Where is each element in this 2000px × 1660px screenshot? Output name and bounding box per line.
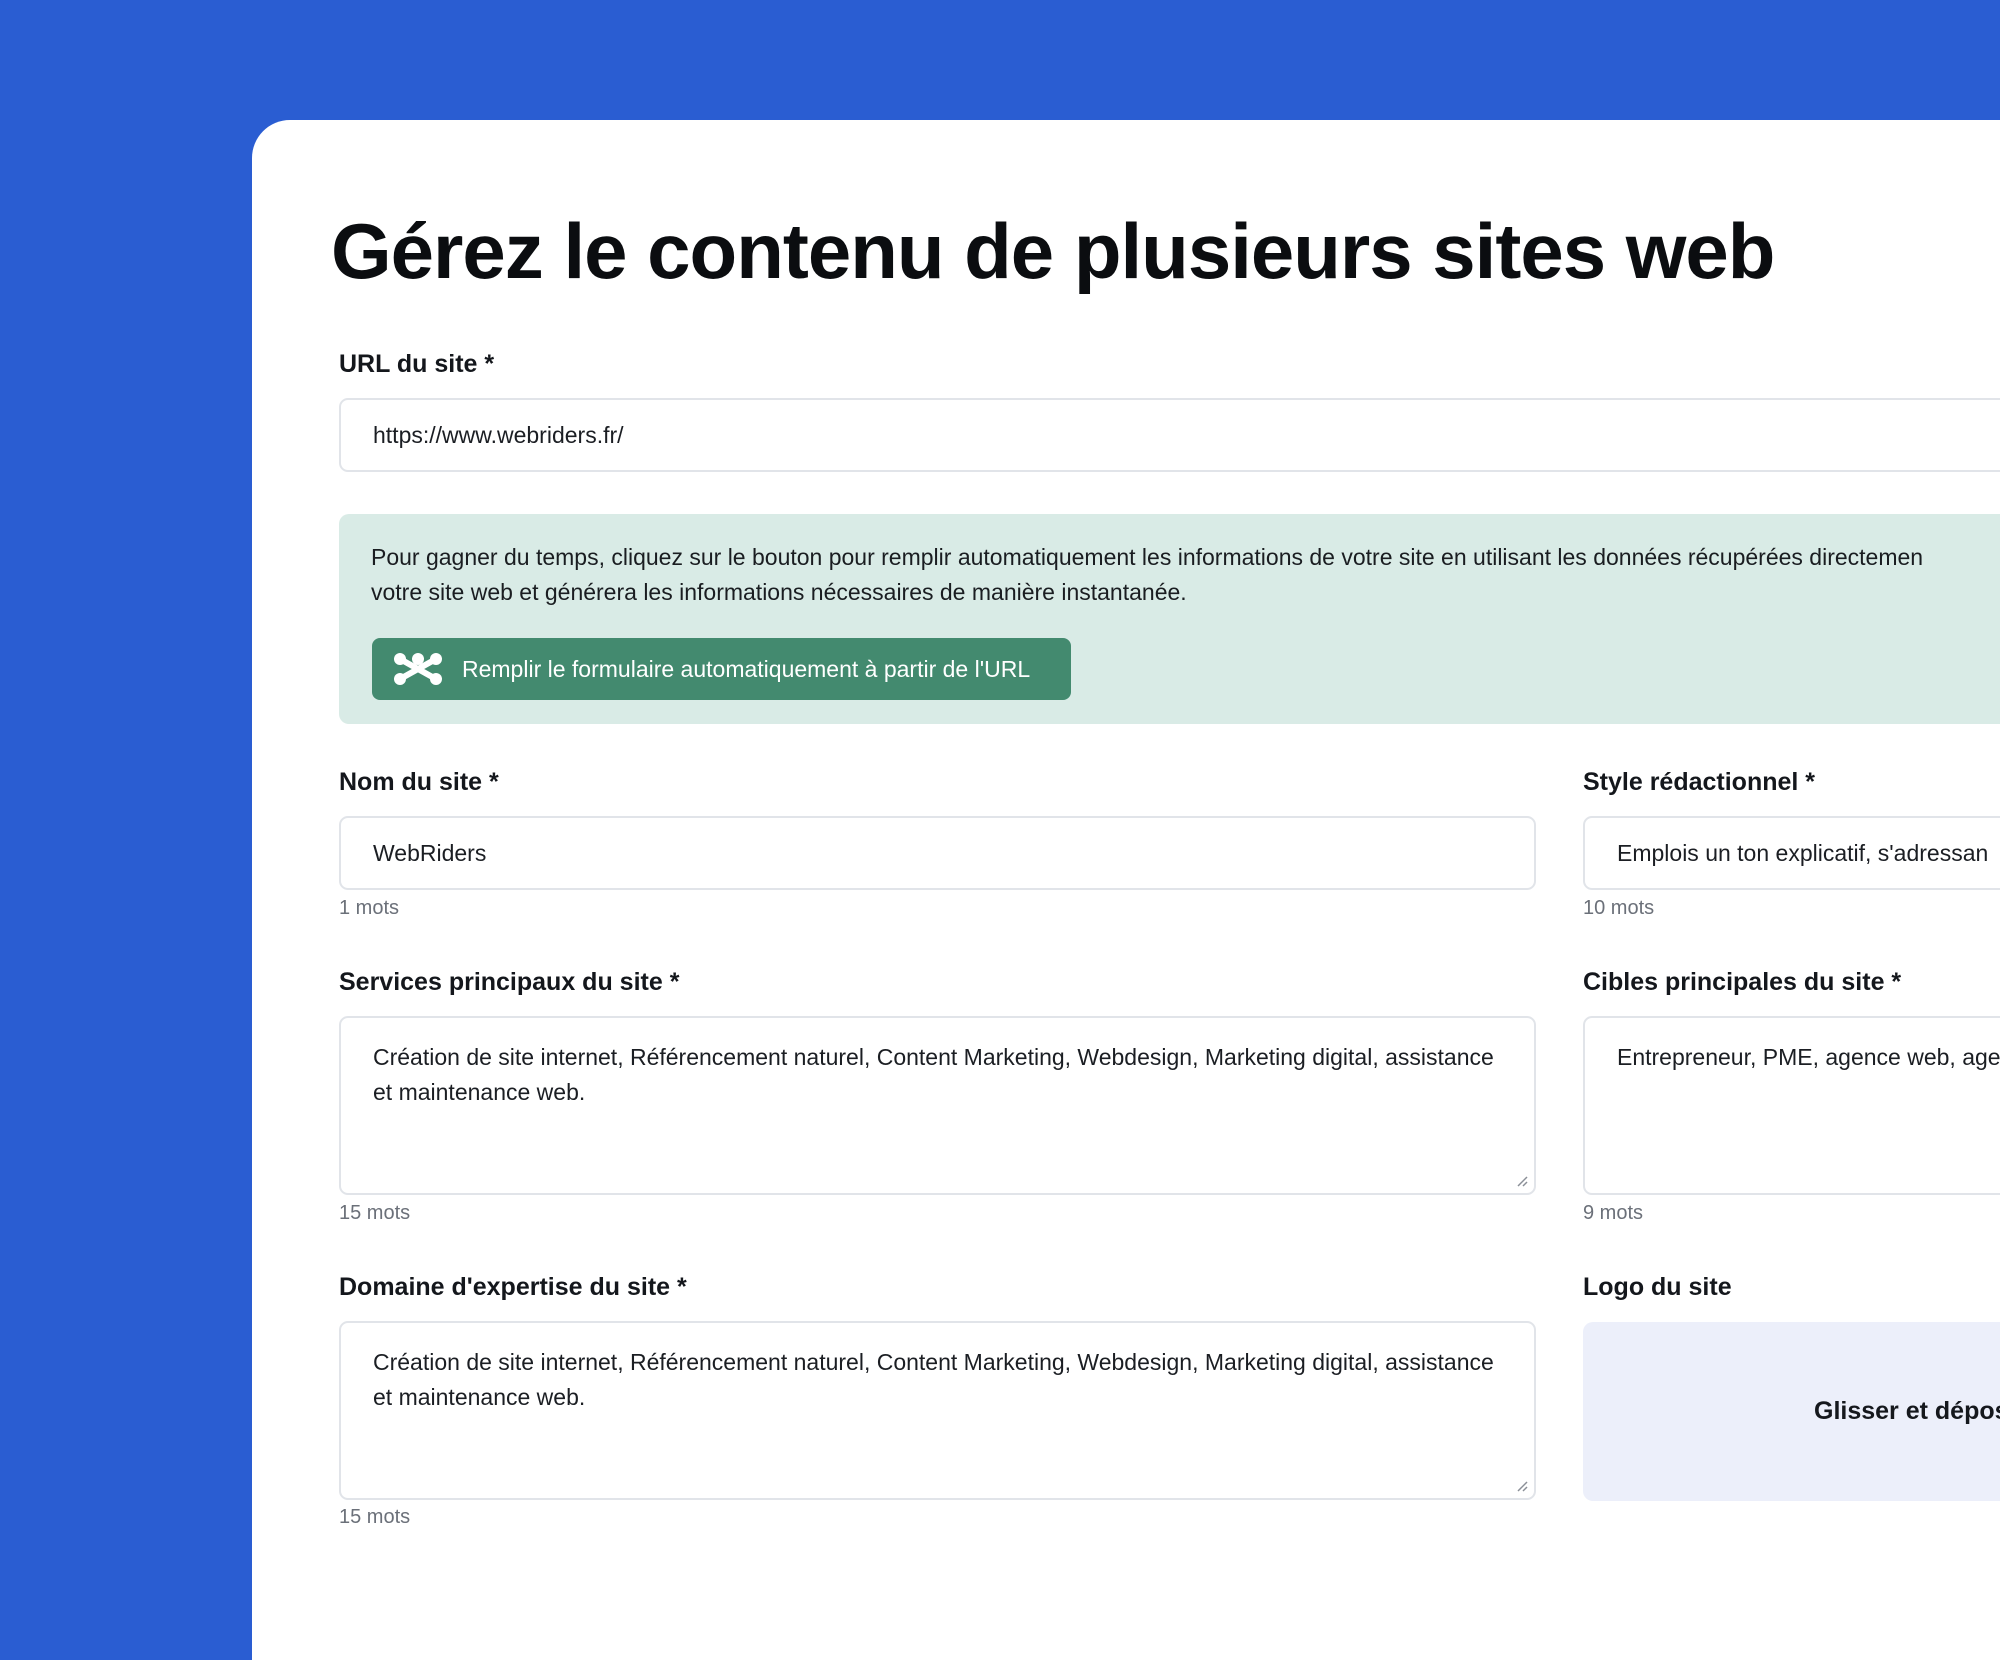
form-card: Gérez le contenu de plusieurs sites web … — [252, 120, 2000, 1660]
writing-style-value: Emplois un ton explicatif, s'adressan — [1617, 840, 1989, 866]
main-services-word-count: 15 mots — [339, 1202, 411, 1224]
main-services-value: Création de site internet, Référencement… — [373, 1044, 1494, 1105]
main-services-textarea[interactable]: Création de site internet, Référencement… — [339, 1016, 1536, 1195]
site-name-word-count: 1 mots — [339, 897, 400, 919]
nodes-icon — [394, 653, 442, 685]
autofill-info-box: Pour gagner du temps, cliquez sur le bou… — [339, 514, 2000, 724]
logo-dropzone[interactable]: Glisser et dépos — [1583, 1322, 2000, 1501]
writing-style-input[interactable]: Emplois un ton explicatif, s'adressan — [1583, 816, 2000, 890]
expertise-label: Domaine d'expertise du site * — [339, 1273, 687, 1301]
autofill-button[interactable]: Remplir le formulaire automatiquement à … — [372, 638, 1071, 700]
autofill-description: Pour gagner du temps, cliquez sur le bou… — [371, 540, 2000, 610]
main-targets-word-count: 9 mots — [1583, 1202, 1644, 1224]
expertise-word-count: 15 mots — [339, 1506, 411, 1528]
site-name-input[interactable]: WebRiders — [339, 816, 1536, 890]
url-label: URL du site * — [339, 350, 495, 378]
writing-style-label: Style rédactionnel * — [1583, 768, 1816, 796]
expertise-textarea[interactable]: Création de site internet, Référencement… — [339, 1321, 1536, 1500]
page-title: Gérez le contenu de plusieurs sites web — [331, 207, 1775, 295]
main-services-label: Services principaux du site * — [339, 968, 680, 996]
url-input-value: https://www.webriders.fr/ — [373, 422, 624, 448]
main-targets-value: Entrepreneur, PME, agence web, age — [1617, 1044, 2000, 1070]
expertise-value: Création de site internet, Référencement… — [373, 1349, 1494, 1410]
main-targets-textarea[interactable]: Entrepreneur, PME, agence web, age — [1583, 1016, 2000, 1195]
autofill-description-line-2: votre site web et générera les informati… — [371, 579, 1187, 605]
autofill-button-label: Remplir le formulaire automatiquement à … — [462, 655, 1031, 682]
main-targets-label: Cibles principales du site * — [1583, 968, 1902, 996]
autofill-description-line-1: Pour gagner du temps, cliquez sur le bou… — [371, 544, 1924, 570]
resize-grip-icon[interactable] — [1516, 1480, 1528, 1492]
resize-grip-icon[interactable] — [1516, 1175, 1528, 1187]
site-name-value: WebRiders — [373, 840, 487, 866]
writing-style-word-count: 10 mots — [1583, 897, 1655, 919]
url-input[interactable]: https://www.webriders.fr/ — [339, 398, 2000, 472]
logo-label: Logo du site — [1583, 1273, 1732, 1301]
dropzone-text: Glisser et dépos — [1814, 1397, 2000, 1425]
site-name-label: Nom du site * — [339, 768, 499, 796]
